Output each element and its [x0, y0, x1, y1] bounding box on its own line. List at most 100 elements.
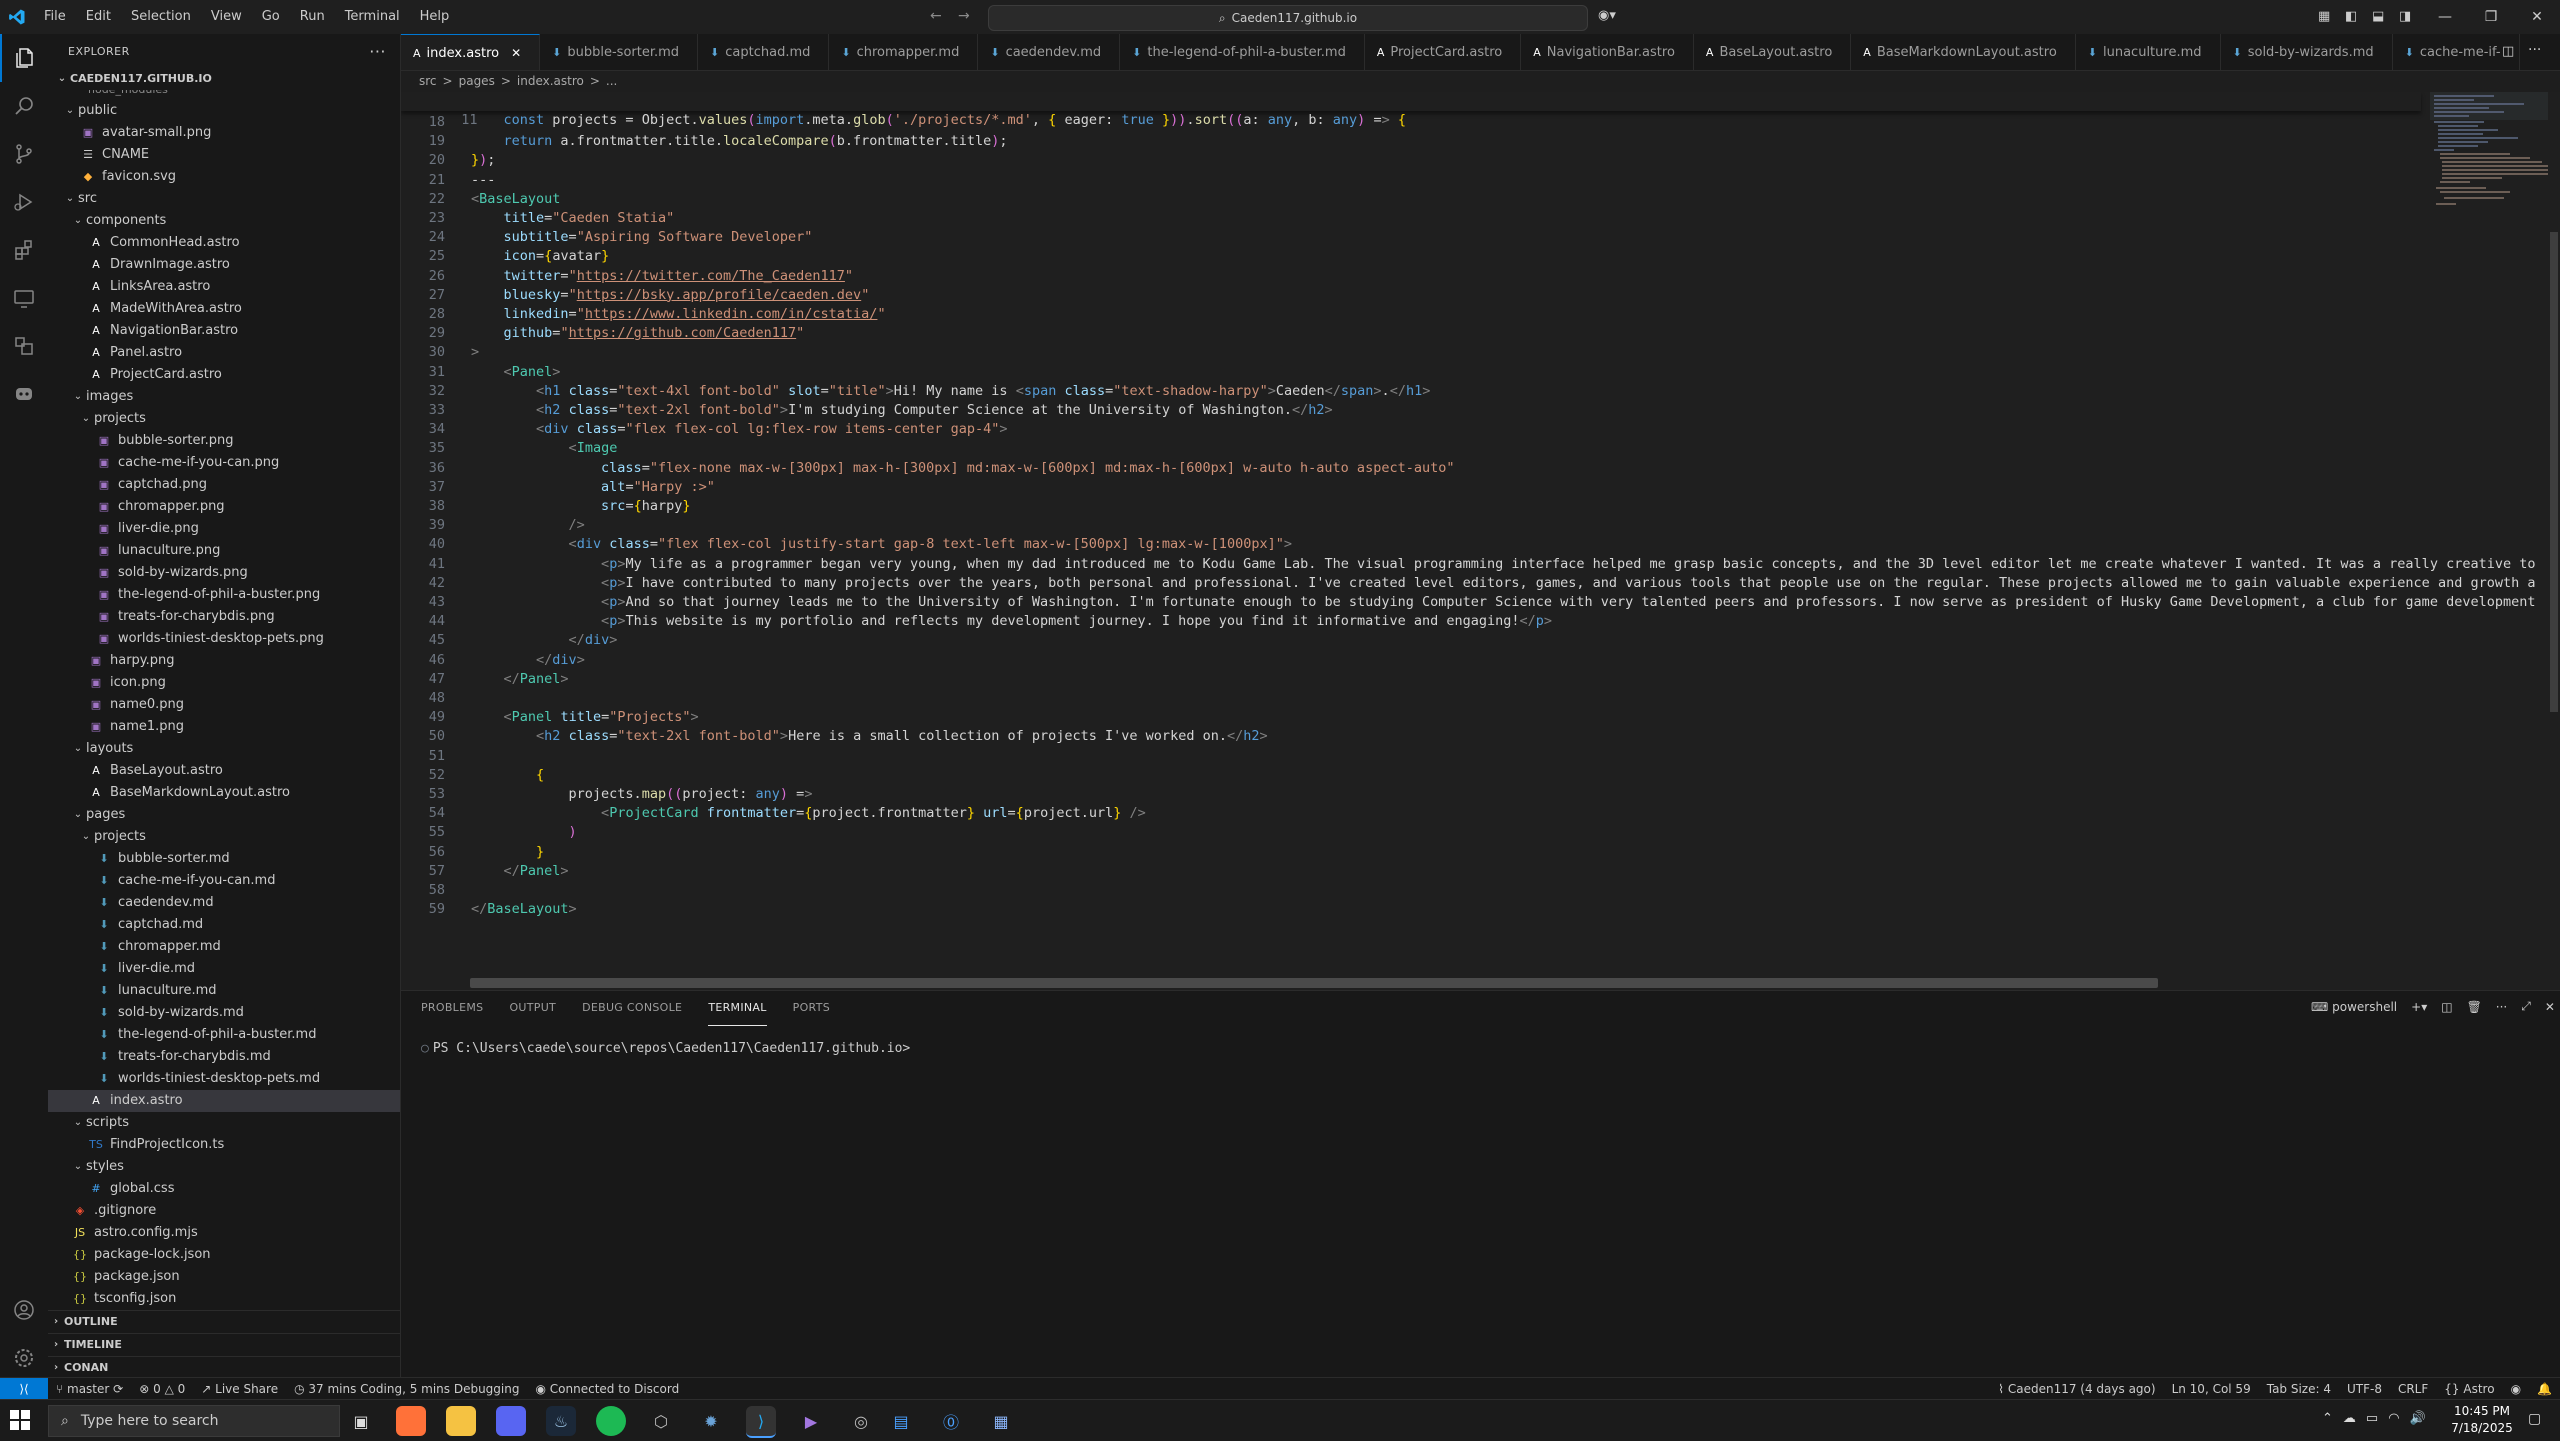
- tree-file[interactable]: ⬇ liver-die.md: [48, 958, 400, 980]
- editor-tab[interactable]: ⬇ cache-me-if-: [2392, 34, 2520, 70]
- tree-file[interactable]: # global.css: [48, 1178, 400, 1200]
- tab-size[interactable]: Tab Size: 4: [2259, 1378, 2339, 1400]
- code-line[interactable]: 58: [401, 881, 2421, 900]
- tree-file[interactable]: ⬇ cache-me-if-you-can.md: [48, 870, 400, 892]
- account-icon[interactable]: [0, 1286, 48, 1334]
- tree-file[interactable]: JS astro.config.mjs: [48, 1222, 400, 1244]
- editor-tab[interactable]: ⬇ sold-by-wizards.md: [2220, 34, 2393, 70]
- menu-terminal[interactable]: Terminal: [335, 0, 410, 34]
- extensions-icon[interactable]: [0, 226, 48, 274]
- vertical-scrollbar[interactable]: [2548, 92, 2560, 990]
- code-line[interactable]: 50 <h2 class="text-2xl font-bold">Here i…: [401, 727, 2421, 746]
- code-line[interactable]: 19 return a.frontmatter.title.localeComp…: [401, 132, 2421, 151]
- more-actions-icon[interactable]: ···: [2528, 42, 2541, 58]
- tree-folder[interactable]: ⌄ components: [48, 210, 400, 232]
- panel-tab-debug-console[interactable]: DEBUG CONSOLE: [582, 991, 682, 1025]
- code-line[interactable]: 24 subtitle="Aspiring Software Developer…: [401, 228, 2421, 247]
- tree-file[interactable]: A BaseLayout.astro: [48, 760, 400, 782]
- tree-file[interactable]: ⬇ treats-for-charybdis.md: [48, 1046, 400, 1068]
- code-line[interactable]: 43 <p>And so that journey leads me to th…: [401, 593, 2536, 612]
- tree-file[interactable]: ⬇ the-legend-of-phil-a-buster.md: [48, 1024, 400, 1046]
- menu-edit[interactable]: Edit: [76, 0, 121, 34]
- sticky-scroll-line[interactable]: 11 const projects = Object.values(import.…: [401, 92, 2421, 128]
- menu-run[interactable]: Run: [290, 0, 335, 34]
- code-line[interactable]: 28 linkedin="https://www.linkedin.com/in…: [401, 305, 2421, 324]
- code-line[interactable]: 25 icon={avatar}: [401, 247, 2421, 266]
- tree-folder[interactable]: ⌄ images: [48, 386, 400, 408]
- menu-help[interactable]: Help: [410, 0, 460, 34]
- tree-file[interactable]: A LinksArea.astro: [48, 276, 400, 298]
- editor-tab[interactable]: A BaseLayout.astro: [1693, 34, 1852, 70]
- notification-center-icon[interactable]: ▢: [2528, 1411, 2541, 1427]
- horizontal-scrollbar[interactable]: [470, 978, 2158, 988]
- workspace-root[interactable]: ⌄ CAEDEN117.GITHUB.IO: [48, 68, 400, 90]
- code-line[interactable]: 46 </div>: [401, 651, 2421, 670]
- tree-folder[interactable]: ⌄ src: [48, 188, 400, 210]
- tree-file[interactable]: ▣ captchad.png: [48, 474, 400, 496]
- kill-terminal-icon[interactable]: 🗑: [2467, 1000, 2482, 1014]
- tree-file[interactable]: ▣ treats-for-charybdis.png: [48, 606, 400, 628]
- code-line[interactable]: 41 <p>My life as a programmer began very…: [401, 555, 2536, 574]
- code-line[interactable]: 53 projects.map((project: any) =>: [401, 785, 2421, 804]
- tree-file[interactable]: ▣ worlds-tiniest-desktop-pets.png: [48, 628, 400, 650]
- live-share-button[interactable]: ↗ Live Share: [193, 1378, 286, 1400]
- editor-tab[interactable]: A NavigationBar.astro: [1521, 34, 1694, 70]
- tree-file[interactable]: ⬇ lunaculture.md: [48, 980, 400, 1002]
- breadcrumb-item[interactable]: ...: [606, 74, 617, 88]
- code-line[interactable]: 26 twitter="https://twitter.com/The_Caed…: [401, 267, 2421, 286]
- tree-file[interactable]: ☰ CNAME: [48, 144, 400, 166]
- tree-file[interactable]: ▣ avatar-small.png: [48, 122, 400, 144]
- more-actions-icon[interactable]: ···: [369, 42, 386, 61]
- copilot-chat-icon[interactable]: [0, 370, 48, 418]
- tree-file[interactable]: ▣ bubble-sorter.png: [48, 430, 400, 452]
- editor-tab[interactable]: A BaseMarkdownLayout.astro: [1851, 34, 2076, 70]
- tree-file[interactable]: ▣ the-legend-of-phil-a-buster.png: [48, 584, 400, 606]
- editor-tab[interactable]: ⬇ the-legend-of-phil-a-buster.md: [1120, 34, 1365, 70]
- tree-folder[interactable]: ⌄ public: [48, 100, 400, 122]
- code-line[interactable]: 42 <p>I have contributed to many project…: [401, 574, 2536, 593]
- vscode-taskbar-icon[interactable]: ⟩: [746, 1406, 776, 1438]
- tree-file[interactable]: ▣ cache-me-if-you-can.png: [48, 452, 400, 474]
- close-icon[interactable]: ✕: [2514, 0, 2560, 34]
- encoding[interactable]: UTF-8: [2339, 1378, 2390, 1400]
- code-line[interactable]: 54 <ProjectCard frontmatter={project.fro…: [401, 804, 2421, 823]
- discord-icon[interactable]: [496, 1406, 526, 1436]
- editor-tab[interactable]: ⬇ lunaculture.md: [2075, 34, 2221, 70]
- monitor-app-icon[interactable]: ▤: [886, 1406, 916, 1436]
- tree-file[interactable]: ⬇ chromapper.md: [48, 936, 400, 958]
- code-line[interactable]: 23 title="Caeden Statia": [401, 209, 2421, 228]
- taskbar-search-input[interactable]: ⌕ Type here to search: [48, 1405, 340, 1437]
- menu-go[interactable]: Go: [252, 0, 290, 34]
- tree-file[interactable]: ◈ .gitignore: [48, 1200, 400, 1222]
- password-manager-icon[interactable]: ⓪: [936, 1406, 966, 1436]
- code-editor[interactable]: 11 const projects = Object.values(import.…: [401, 92, 2560, 990]
- code-line[interactable]: 36 class="flex-none max-w-[300px] max-h-…: [401, 459, 2421, 478]
- breadcrumb-item[interactable]: index.astro: [517, 74, 584, 88]
- tree-folder[interactable]: ⌄ projects: [48, 826, 400, 848]
- remote-desktop-icon[interactable]: ▦: [986, 1406, 1016, 1436]
- editor-tab[interactable]: A ProjectCard.astro: [1364, 34, 1522, 70]
- code-line[interactable]: 37 alt="Harpy :>": [401, 478, 2421, 497]
- discord-indicator[interactable]: ◉ Connected to Discord: [527, 1378, 687, 1400]
- minimap[interactable]: [2430, 92, 2550, 212]
- close-tab-icon[interactable]: ✕: [511, 46, 521, 60]
- toggle-secondary-sidebar-icon[interactable]: ◨: [2399, 9, 2411, 24]
- code-line[interactable]: 20});: [401, 151, 2421, 170]
- tree-file[interactable]: ▣ name1.png: [48, 716, 400, 738]
- wifi-icon[interactable]: ◠: [2388, 1411, 2399, 1426]
- tree-file[interactable]: ▣ icon.png: [48, 672, 400, 694]
- volume-icon[interactable]: 🔊: [2410, 1411, 2426, 1426]
- spotify-icon[interactable]: [596, 1406, 626, 1436]
- editor-tab[interactable]: ⬇ bubble-sorter.md: [540, 34, 699, 70]
- tree-file[interactable]: A NavigationBar.astro: [48, 320, 400, 342]
- panel-tab-problems[interactable]: PROBLEMS: [421, 991, 483, 1025]
- tree-file[interactable]: ▣ liver-die.png: [48, 518, 400, 540]
- code-line[interactable]: 22 <BaseLayout: [401, 190, 2421, 209]
- toggle-panel-icon[interactable]: ⬓: [2372, 9, 2384, 24]
- breadcrumb-item[interactable]: pages: [459, 74, 495, 88]
- customize-layout-icon[interactable]: ▦: [2318, 9, 2330, 24]
- settings-app-icon[interactable]: ✹: [696, 1406, 726, 1436]
- tree-folder[interactable]: ⌄ projects: [48, 408, 400, 430]
- tray-app-icon[interactable]: ☁: [2343, 1411, 2356, 1426]
- line-ending[interactable]: CRLF: [2390, 1378, 2436, 1400]
